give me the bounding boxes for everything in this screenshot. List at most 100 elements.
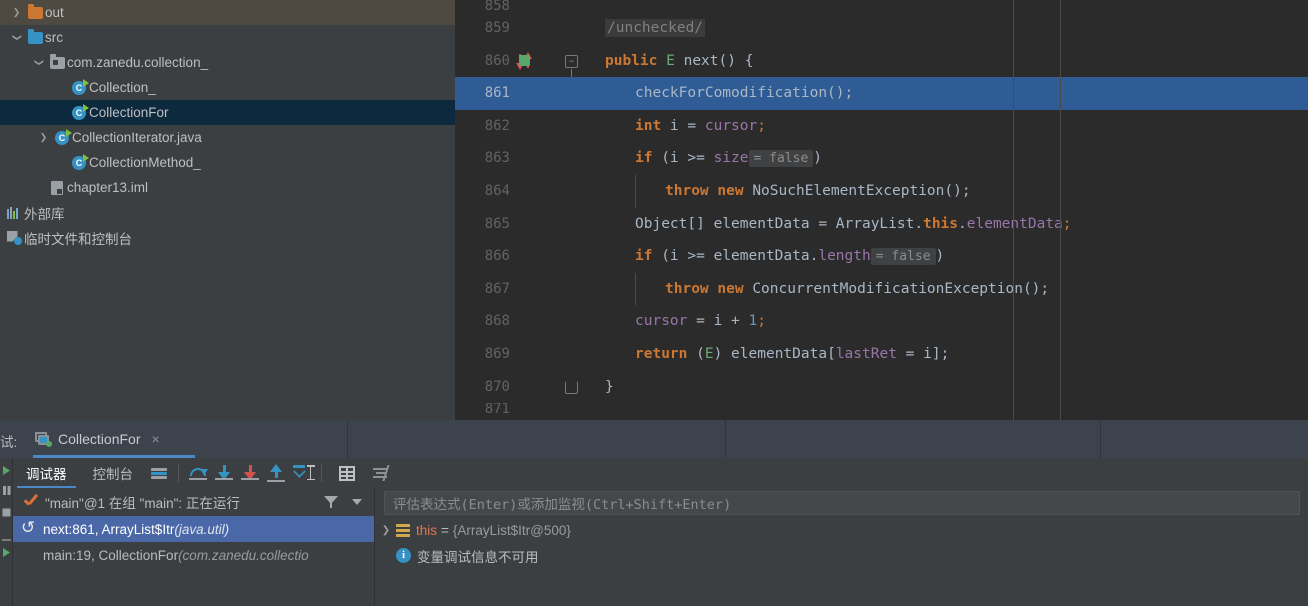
method-token: next() { xyxy=(683,52,754,69)
run-controls-strip[interactable] xyxy=(0,458,13,606)
debugger-toolbar[interactable]: 调试器 控制台 xyxy=(13,458,1308,488)
step-into-icon[interactable] xyxy=(211,460,237,486)
code-text: } xyxy=(605,371,1308,404)
tree-item-external-libraries[interactable]: 外部库 xyxy=(0,200,455,225)
fold-highlight xyxy=(558,77,605,110)
tree-item-collectioniterator[interactable]: CollectionIterator.java xyxy=(0,125,455,150)
method-override-icon[interactable] xyxy=(515,51,533,70)
line-number: 871 xyxy=(484,403,510,418)
stack-frame-row[interactable]: main:19, CollectionFor (com.zanedu.colle… xyxy=(13,542,374,568)
code-line[interactable]: 870 } xyxy=(455,371,1308,404)
frames-panel[interactable]: "main"@1 在组 "main": 正在运行 next:861, Array… xyxy=(13,488,375,606)
fold-region-end-icon[interactable] xyxy=(565,380,578,394)
keyword-token: if xyxy=(635,248,653,265)
tree-item-iml[interactable]: chapter13.iml xyxy=(0,175,455,200)
step-over-icon[interactable] xyxy=(185,460,211,486)
tree-item-collection[interactable]: Collection_ xyxy=(0,75,455,100)
project-tree-panel[interactable]: out src com.zanedu.collection_ Collectio… xyxy=(0,0,455,420)
frames-view-icon[interactable] xyxy=(146,460,172,486)
collapse-arrow-icon[interactable] xyxy=(8,33,25,42)
code-line[interactable]: 863 if (i >= size = false) xyxy=(455,142,1308,175)
tree-item-label: src xyxy=(45,30,63,45)
stack-frame-row[interactable]: next:861, ArrayList$Itr (java.util) xyxy=(13,516,374,542)
chevron-down-icon[interactable] xyxy=(352,499,362,505)
expand-arrow-icon[interactable] xyxy=(376,525,396,536)
tree-item-collectionfor[interactable]: CollectionFor xyxy=(0,100,455,125)
code-line[interactable]: 868 cursor = i + 1; xyxy=(455,305,1308,338)
code-line[interactable]: 859 /unchecked/ xyxy=(455,12,1308,45)
field-icon xyxy=(396,524,410,537)
stop-program-icon[interactable] xyxy=(2,504,11,517)
keyword-token: if xyxy=(635,150,653,167)
expand-arrow-icon[interactable] xyxy=(35,133,52,142)
code-line-current[interactable]: 861 checkForComodification(); xyxy=(455,77,1308,110)
code-line[interactable]: 864 throw new NoSuchElementException(); xyxy=(455,174,1308,208)
evaluate-expression-input[interactable]: 评估表达式(Enter)或添加监视(Ctrl+Shift+Enter) xyxy=(384,491,1300,515)
code-line[interactable]: 862 int i = cursor; xyxy=(455,110,1308,143)
fold-region-toggle-icon[interactable]: − xyxy=(565,54,578,77)
brace-token: } xyxy=(605,378,614,395)
field-token: cursor xyxy=(704,117,758,134)
tree-item-label: 临时文件和控制台 xyxy=(24,231,132,247)
code-text: if (i >= size = false) xyxy=(605,142,1308,175)
tree-item-label: out xyxy=(45,5,64,20)
tab-debugger[interactable]: 调试器 xyxy=(13,458,80,488)
package-icon xyxy=(47,53,67,69)
input-placeholder: 评估表达式(Enter)或添加监视(Ctrl+Shift+Enter) xyxy=(393,497,732,513)
line-number: 867 xyxy=(484,280,510,297)
debug-toolwindow-header: 试: CollectionFor × xyxy=(0,420,1308,458)
info-icon xyxy=(396,548,411,563)
method-return-icon xyxy=(21,518,39,538)
line-number: 861 xyxy=(484,85,510,102)
evaluate-expression-icon[interactable] xyxy=(334,460,360,486)
tree-item-out[interactable]: out xyxy=(0,0,455,25)
line-number: 869 xyxy=(484,345,510,362)
java-class-icon xyxy=(52,128,72,145)
tree-item-collectionmethod[interactable]: CollectionMethod_ xyxy=(0,150,455,175)
tree-item-src[interactable]: src xyxy=(0,25,455,50)
code-text: Object[] elementData = ArrayList.this.el… xyxy=(605,208,1308,241)
equals-sign: = xyxy=(441,523,449,538)
code-line[interactable]: 871 xyxy=(455,403,1308,417)
variables-panel[interactable]: 评估表达式(Enter)或添加监视(Ctrl+Shift+Enter) this… xyxy=(376,488,1308,606)
code-token: Object[] elementData = ArrayList. xyxy=(635,215,924,232)
field-token: length xyxy=(818,248,871,265)
settings-icon[interactable] xyxy=(368,460,394,486)
line-number: 870 xyxy=(484,378,510,395)
resume-program-icon[interactable] xyxy=(2,462,11,475)
pause-program-icon[interactable] xyxy=(2,482,11,495)
run-to-cursor-icon[interactable] xyxy=(289,460,315,486)
tab-console[interactable]: 控制台 xyxy=(80,458,147,488)
close-icon[interactable]: × xyxy=(151,431,159,447)
variable-row-this[interactable]: this = {ArrayList$Itr@500} xyxy=(376,518,1308,543)
expand-arrow-icon[interactable] xyxy=(8,8,25,17)
code-line[interactable]: 867 throw new ConcurrentModificationExce… xyxy=(455,272,1308,306)
code-line[interactable]: 860 − public E next() { xyxy=(455,45,1308,78)
punct-token: ; xyxy=(757,117,766,134)
tree-item-label: 外部库 xyxy=(24,206,65,222)
external-libraries-icon xyxy=(4,206,24,219)
code-line[interactable]: 865 Object[] elementData = ArrayList.thi… xyxy=(455,208,1308,241)
filter-icon[interactable] xyxy=(324,495,338,509)
mute-breakpoints-icon[interactable] xyxy=(2,544,11,557)
divider xyxy=(1100,420,1101,458)
force-step-into-icon[interactable] xyxy=(237,460,263,486)
step-out-icon[interactable] xyxy=(263,460,289,486)
thread-selector[interactable]: "main"@1 在组 "main": 正在运行 xyxy=(13,488,374,516)
tree-item-package[interactable]: com.zanedu.collection_ xyxy=(0,50,455,75)
tab-label: CollectionFor xyxy=(58,431,141,447)
code-editor[interactable]: 858 859 /unchecked/ 860 − public E next(… xyxy=(455,0,1308,420)
type-token: E xyxy=(666,52,675,69)
folder-orange-icon xyxy=(25,3,45,19)
java-class-icon xyxy=(69,78,89,95)
tree-item-scratches[interactable]: 临时文件和控制台 xyxy=(0,225,455,250)
collapse-arrow-icon[interactable] xyxy=(30,58,47,67)
code-line[interactable]: 866 if (i >= elementData.length = false) xyxy=(455,240,1308,273)
tab-collectionfor[interactable]: CollectionFor × xyxy=(25,420,195,458)
code-line[interactable]: 869 return (E) elementData[lastRet = i]; xyxy=(455,338,1308,371)
inline-debug-value: = false xyxy=(748,150,814,168)
view-breakpoints-icon[interactable] xyxy=(2,528,11,541)
method-call-token: checkForComodification(); xyxy=(635,85,854,102)
variable-info-row: 变量调试信息不可用 xyxy=(376,543,1308,568)
code-line[interactable]: 858 xyxy=(455,0,1308,12)
